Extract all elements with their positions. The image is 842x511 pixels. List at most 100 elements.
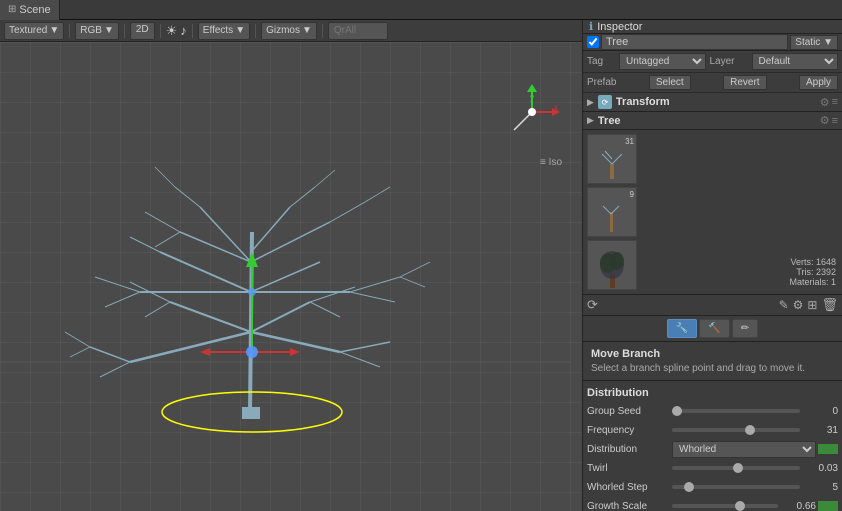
- textured-dropdown[interactable]: Textured ▼: [4, 22, 64, 40]
- transform-menu-icon[interactable]: ≡: [832, 96, 838, 108]
- tree-component-label: Tree: [598, 115, 818, 127]
- distribution-row: Distribution Whorled Random Alternate: [587, 441, 838, 457]
- settings-icon[interactable]: ⚙: [793, 298, 804, 312]
- tag-label: Tag: [587, 56, 615, 67]
- scene-tab-label: Scene: [19, 4, 50, 16]
- refresh-icon[interactable]: ⟳: [587, 297, 598, 313]
- layer-label: Layer: [710, 56, 748, 67]
- effects-dropdown[interactable]: Effects ▼: [198, 22, 250, 40]
- object-name-input[interactable]: [601, 34, 788, 50]
- copy-icon[interactable]: ⊞: [807, 298, 817, 312]
- frequency-slider-wrap: [672, 425, 800, 435]
- tree-menu-icon[interactable]: ≡: [832, 115, 838, 127]
- tree-svg: [0, 52, 570, 482]
- layer-select[interactable]: Default: [752, 53, 839, 70]
- group-seed-slider-wrap: [672, 406, 800, 416]
- 2d-button[interactable]: 2D: [130, 22, 155, 40]
- distribution-title: Distribution: [587, 385, 838, 403]
- inspector-header: ℹ Inspector: [583, 20, 842, 34]
- iso-label: ≡ Iso: [540, 157, 562, 168]
- edit-icon[interactable]: ✎: [779, 298, 789, 312]
- move-branch-button[interactable]: 🔧: [667, 319, 697, 338]
- move-branch-title: Move Branch: [591, 348, 834, 360]
- scene-tab[interactable]: ⊞ Scene: [0, 0, 60, 20]
- frequency-slider[interactable]: [672, 428, 800, 432]
- tree-arrow: ▶: [587, 115, 594, 126]
- static-dropdown[interactable]: Static ▼: [790, 35, 838, 50]
- search-input[interactable]: [328, 22, 388, 40]
- growth-scale-label: Growth Scale: [587, 501, 672, 511]
- growth-scale-row: Growth Scale 0.66: [587, 498, 838, 511]
- thumb1-svg: [597, 139, 627, 179]
- prefab-row: Prefab Select Revert Apply: [583, 73, 842, 93]
- select-button[interactable]: Select: [649, 75, 691, 90]
- transform-settings-icon[interactable]: ⚙: [820, 96, 830, 109]
- whorled-step-row: Whorled Step 5: [587, 479, 838, 495]
- whorled-step-slider[interactable]: [672, 485, 800, 489]
- thumb3-svg: [595, 243, 630, 288]
- tris-stat: Tris: 2392: [789, 267, 836, 277]
- toolbar-sep-4: [192, 24, 193, 38]
- prefab-label: Prefab: [587, 77, 616, 88]
- distribution-select[interactable]: Whorled Random Alternate: [672, 441, 816, 458]
- growth-scale-color: [818, 501, 838, 511]
- twirl-slider[interactable]: [672, 466, 800, 470]
- tag-select[interactable]: Untagged: [619, 53, 706, 70]
- transform-title: Transform: [616, 96, 818, 108]
- main-layout: Textured ▼ RGB ▼ 2D ☀ ♪ Effects ▼ Gizmos…: [0, 20, 842, 511]
- group-seed-row: Group Seed 0: [587, 403, 838, 419]
- transform-icon: ⟳: [598, 95, 612, 109]
- twirl-slider-wrap: [672, 463, 800, 473]
- scene-gizmo: y x: [502, 82, 562, 142]
- toolbar-sep-3: [160, 24, 161, 38]
- inspector-icon: ℹ: [589, 20, 593, 33]
- tree-thumb-2[interactable]: 9: [587, 187, 637, 237]
- frequency-label: Frequency: [587, 425, 672, 436]
- growth-scale-slider[interactable]: [672, 504, 778, 508]
- scene-canvas: y x ≡ Iso: [0, 42, 582, 511]
- whorled-slider-wrap: [672, 482, 800, 492]
- delete-icon[interactable]: 🗑: [821, 297, 838, 313]
- gizmos-dropdown[interactable]: Gizmos ▼: [261, 22, 317, 40]
- frequency-row: Frequency 31: [587, 422, 838, 438]
- group-seed-slider[interactable]: [672, 409, 800, 413]
- tag-layer-row: Tag Untagged Layer Default: [583, 51, 842, 73]
- tree-component-header[interactable]: ▶ Tree ⚙ ≡: [583, 112, 842, 130]
- inspector-panel: ℹ Inspector Static ▼ Tag Untagged Layer …: [582, 20, 842, 511]
- distribution-color: [818, 444, 838, 454]
- tree-thumb-1[interactable]: 31: [587, 134, 637, 184]
- toolbar-sep-5: [255, 24, 256, 38]
- tool3-button[interactable]: ✏: [732, 319, 758, 338]
- toolbar-sep-1: [69, 24, 70, 38]
- object-name-row: Static ▼: [583, 34, 842, 51]
- scene-view: Textured ▼ RGB ▼ 2D ☀ ♪ Effects ▼ Gizmos…: [0, 20, 582, 511]
- verts-stat: Verts: 1648: [789, 257, 836, 267]
- thumb2-badge: 9: [630, 190, 634, 199]
- apply-button[interactable]: Apply: [799, 75, 838, 90]
- frequency-value: 31: [800, 425, 838, 436]
- transform-section-header[interactable]: ▶ ⟳ Transform ⚙ ≡: [583, 93, 842, 112]
- group-seed-label: Group Seed: [587, 406, 672, 417]
- transform-arrow: ▶: [587, 97, 594, 108]
- distribution-section: Distribution Group Seed 0 Frequency 31 D…: [583, 381, 842, 511]
- svg-text:y: y: [530, 93, 534, 102]
- tree-settings-icon[interactable]: ⚙: [820, 114, 830, 127]
- toolbar-sep-6: [322, 24, 323, 38]
- twirl-label: Twirl: [587, 463, 672, 474]
- scene-icon: ⊞: [8, 4, 16, 15]
- inspector-title: Inspector: [597, 21, 642, 33]
- component-toolbar: ⟳ ✎ ⚙ ⊞ 🗑: [583, 295, 842, 316]
- audio-icon[interactable]: ♪: [180, 23, 187, 38]
- tool2-button[interactable]: 🔨: [699, 319, 729, 338]
- revert-button[interactable]: Revert: [723, 75, 766, 90]
- rgb-dropdown[interactable]: RGB ▼: [75, 22, 119, 40]
- toolbar-sep-2: [124, 24, 125, 38]
- svg-text:x: x: [554, 103, 558, 112]
- distribution-label: Distribution: [587, 444, 672, 455]
- object-active-checkbox[interactable]: [587, 36, 599, 48]
- whorled-step-label: Whorled Step: [587, 482, 672, 493]
- lighting-icon[interactable]: ☀: [166, 23, 178, 39]
- materials-stat: Materials: 1: [789, 277, 836, 287]
- grid-background: y x ≡ Iso: [0, 42, 582, 511]
- tree-thumb-3[interactable]: [587, 240, 637, 290]
